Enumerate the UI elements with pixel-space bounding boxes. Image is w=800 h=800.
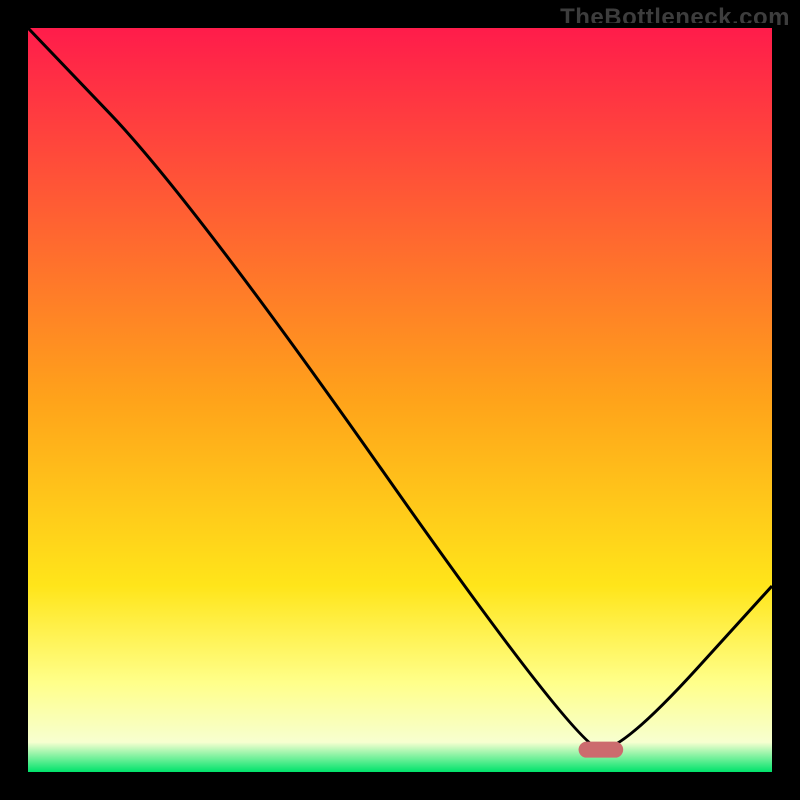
chart-container: TheBottleneck.com (0, 0, 800, 800)
chart-svg (28, 28, 772, 772)
optimum-marker (579, 742, 624, 758)
plot-area (28, 28, 772, 772)
gradient-background (28, 28, 772, 772)
